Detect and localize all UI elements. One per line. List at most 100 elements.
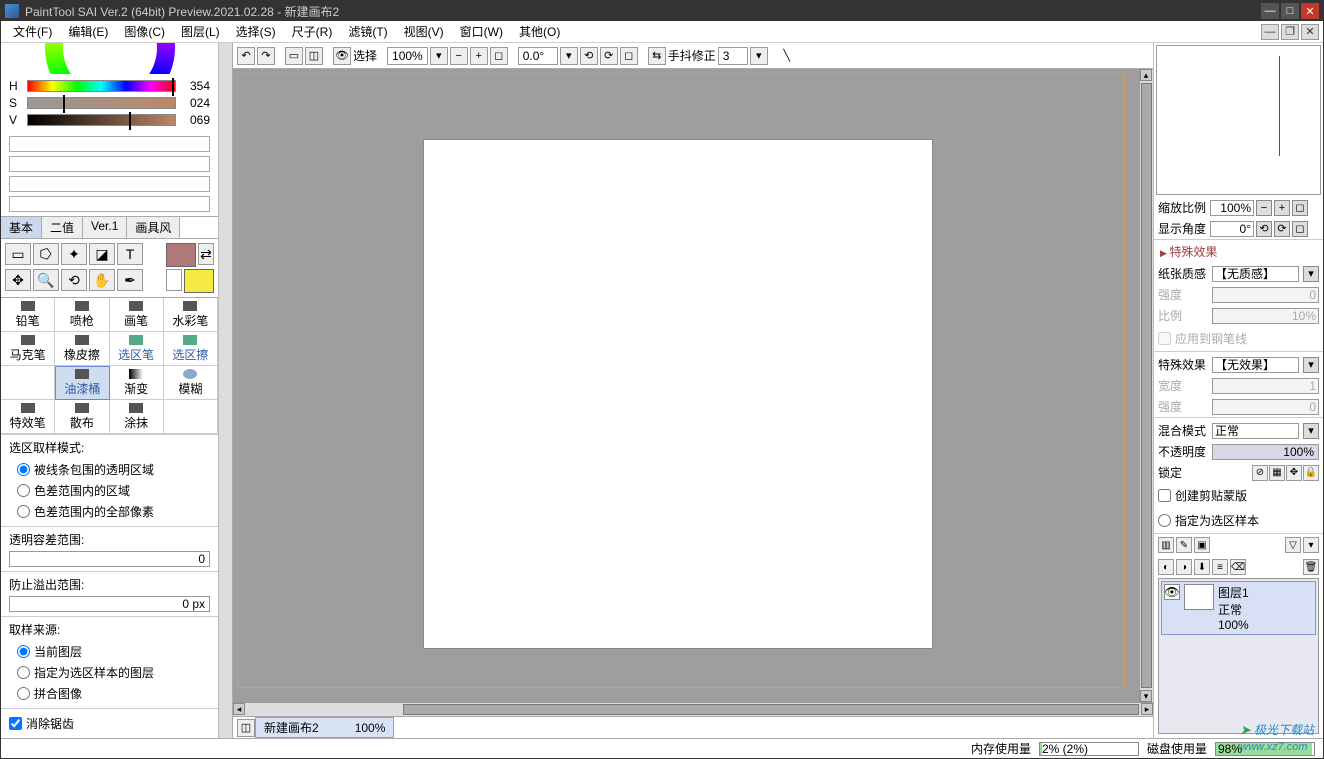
tool-text[interactable]: T [117,243,143,265]
tool-zoom[interactable]: 🔍 [33,269,59,291]
selsample-radio[interactable]: 指定为选区样本 [1158,510,1259,531]
selmode-opt1[interactable]: 被线条包围的透明区域 [9,459,210,480]
clear-layer-icon[interactable]: ⌫ [1230,559,1246,575]
tool-rect-select[interactable]: ▭ [5,243,31,265]
zoom-out-icon[interactable]: − [450,47,468,65]
minimize-button[interactable]: — [1261,3,1279,19]
selmode-opt2[interactable]: 色差范围内的区域 [9,480,210,501]
delete-layer-icon[interactable]: 🗑 [1303,559,1319,575]
show-sel-icon[interactable]: 👁 [333,47,351,65]
tool-wand[interactable]: ✦ [61,243,87,265]
layer-visibility-icon[interactable]: 👁 [1164,584,1180,600]
brush-blur[interactable]: 模糊 [164,366,218,400]
navigator[interactable] [1156,45,1321,195]
brush-pencil[interactable]: 铅笔 [1,298,55,332]
tab-ver1[interactable]: Ver.1 [83,217,127,238]
tab-basic[interactable]: 基本 [1,217,42,238]
tool-lasso[interactable]: ⭔ [33,243,59,265]
lock-none-icon[interactable]: ⊘ [1252,465,1268,481]
opacity-slider[interactable]: 100% [1212,444,1319,460]
tool-hand[interactable]: ✋ [89,269,115,291]
background-color[interactable] [184,269,214,293]
menu-edit[interactable]: 编辑(E) [60,21,116,42]
new-layer-icon[interactable]: ▥ [1158,537,1174,553]
brush-selerase[interactable]: 选区擦 [164,332,218,366]
lock-all-icon[interactable]: 🔒 [1303,465,1319,481]
canvas[interactable] [423,139,933,649]
val-slider[interactable] [27,114,176,126]
new-linework-icon[interactable]: ✎ [1176,537,1192,553]
lock-move-icon[interactable]: ✥ [1286,465,1302,481]
zoom-in-icon[interactable]: + [470,47,488,65]
clip-checkbox[interactable]: 创建剪贴蒙版 [1158,485,1247,506]
nav-angle-value[interactable]: 0° [1210,221,1254,237]
doc-minimize-button[interactable]: — [1261,24,1279,40]
transparent-color[interactable] [166,269,182,291]
nav-rotate-cw-icon[interactable]: ⟳ [1274,221,1290,237]
undo-icon[interactable]: ↶ [237,47,255,65]
brush-fx[interactable]: 特效笔 [1,400,55,434]
angle-reset-icon[interactable]: ◻ [620,47,638,65]
source-opt1[interactable]: 当前图层 [9,641,210,662]
brush-smudge[interactable]: 涂抹 [110,400,164,434]
invert-sel-icon[interactable]: ◫ [305,47,323,65]
left-scrollbar[interactable] [219,43,233,738]
apply-mask-icon[interactable]: ◑ [1176,559,1192,575]
swap-colors-icon[interactable]: ⇄ [198,243,214,265]
tool-eyedropper[interactable]: ✒ [117,269,143,291]
menu-other[interactable]: 其他(O) [511,21,568,42]
new-folder-icon[interactable]: ▣ [1194,537,1210,553]
brush-brush[interactable]: 画笔 [110,298,164,332]
nav-zoom-in-icon[interactable]: + [1274,200,1290,216]
tool-rotate[interactable]: ⟲ [61,269,87,291]
canvas-h-scrollbar[interactable]: ◂ ▸ [233,702,1153,716]
line-tool-icon[interactable]: ╲ [778,47,796,65]
maximize-button[interactable]: □ [1281,3,1299,19]
stabilizer-dropdown-icon[interactable]: ▾ [750,47,768,65]
paper-dropdown-icon[interactable]: ▾ [1303,266,1319,282]
brush-scatter[interactable]: 散布 [55,400,109,434]
fx-select[interactable]: 【无效果】 [1212,357,1299,373]
canvas-v-scrollbar[interactable]: ▴ ▾ [1139,69,1153,702]
canvas-viewport[interactable] [233,69,1139,702]
layer-item[interactable]: 👁 图层1 正常 100% [1161,581,1316,635]
menu-window[interactable]: 窗口(W) [452,21,511,42]
nav-angle-reset-icon[interactable]: ◻ [1292,221,1308,237]
flip-h-icon[interactable]: ⇆ [648,47,666,65]
menu-select[interactable]: 选择(S) [228,21,284,42]
menu-image[interactable]: 图像(C) [116,21,173,42]
brush-watercolor[interactable]: 水彩笔 [164,298,218,332]
brush-empty1[interactable] [1,366,55,400]
redo-icon[interactable]: ↷ [257,47,275,65]
tab-binary[interactable]: 二值 [42,217,83,238]
sat-slider[interactable] [27,97,176,109]
zoom-field[interactable]: 100% [387,47,428,65]
brush-airbrush[interactable]: 喷枪 [55,298,109,332]
foreground-color[interactable] [166,243,196,267]
source-opt3[interactable]: 拼合图像 [9,683,210,704]
brush-marker[interactable]: 马克笔 [1,332,55,366]
tolerance-input[interactable]: 0 [9,551,210,567]
swatch-palette[interactable] [1,132,218,216]
brush-selpen[interactable]: 选区笔 [110,332,164,366]
tool-shape[interactable]: ◪ [89,243,115,265]
tab-brush[interactable]: 画具风 [127,217,180,238]
nav-zoom-value[interactable]: 100% [1210,200,1254,216]
document-tab[interactable]: 新建画布2 100% [255,717,394,738]
rotate-ccw-icon[interactable]: ⟲ [580,47,598,65]
doc-restore-button[interactable]: ❐ [1281,24,1299,40]
doc-close-button[interactable]: ✕ [1301,24,1319,40]
fx-header[interactable]: 特殊效果 [1154,239,1323,263]
layer-menu-icon[interactable]: ▾ [1303,537,1319,553]
brush-eraser[interactable]: 橡皮擦 [55,332,109,366]
rotate-cw-icon[interactable]: ⟳ [600,47,618,65]
menu-ruler[interactable]: 尺子(R) [284,21,341,42]
antialias-checkbox[interactable]: 消除锯齿 [9,713,210,734]
brush-empty2[interactable] [164,400,218,434]
zoom-fit-icon[interactable]: ◻ [490,47,508,65]
deselect-icon[interactable]: ▭ [285,47,303,65]
stabilizer-field[interactable]: 3 [718,47,748,65]
fx-dropdown-icon[interactable]: ▾ [1303,357,1319,373]
angle-field[interactable]: 0.0° [518,47,558,65]
merge-down-icon[interactable]: ⬇ [1194,559,1210,575]
